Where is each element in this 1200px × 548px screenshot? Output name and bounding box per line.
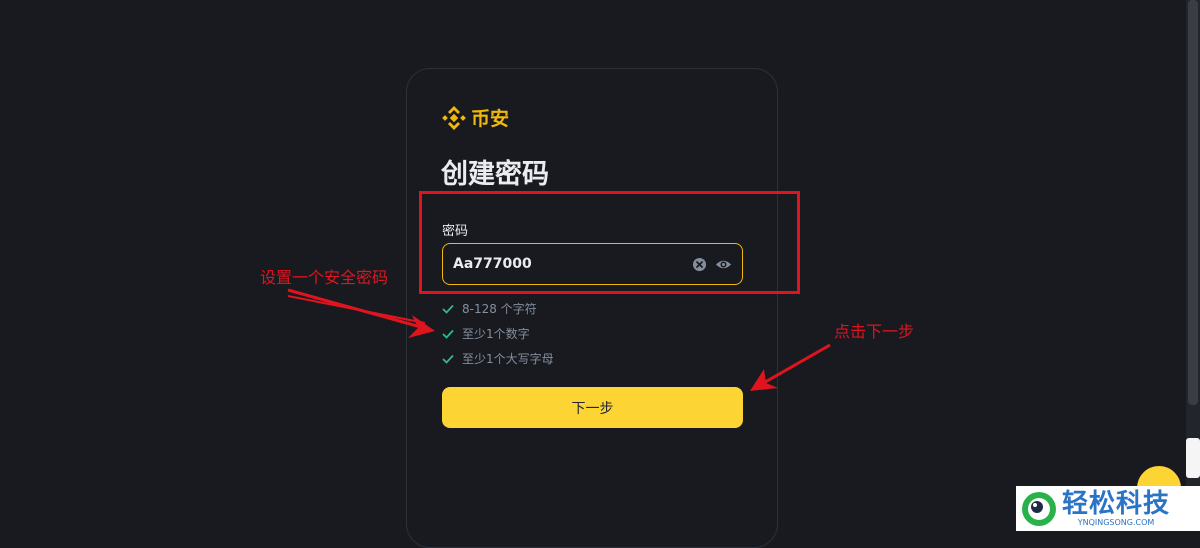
scrollbar-thumb[interactable] [1188,0,1198,405]
watermark-logo-icon [1022,491,1056,526]
watermark: 轻松科技 YNQINGSONG.COM [1016,486,1200,531]
watermark-title: 轻松科技 [1062,488,1171,519]
side-widget[interactable] [1186,438,1200,478]
arrow-right [750,343,831,391]
annotation-arrows [287,288,831,391]
watermark-subtitle: YNQINGSONG.COM [1077,517,1155,527]
arrow-left-1 [287,288,435,338]
arrow-left-2 [287,295,426,324]
